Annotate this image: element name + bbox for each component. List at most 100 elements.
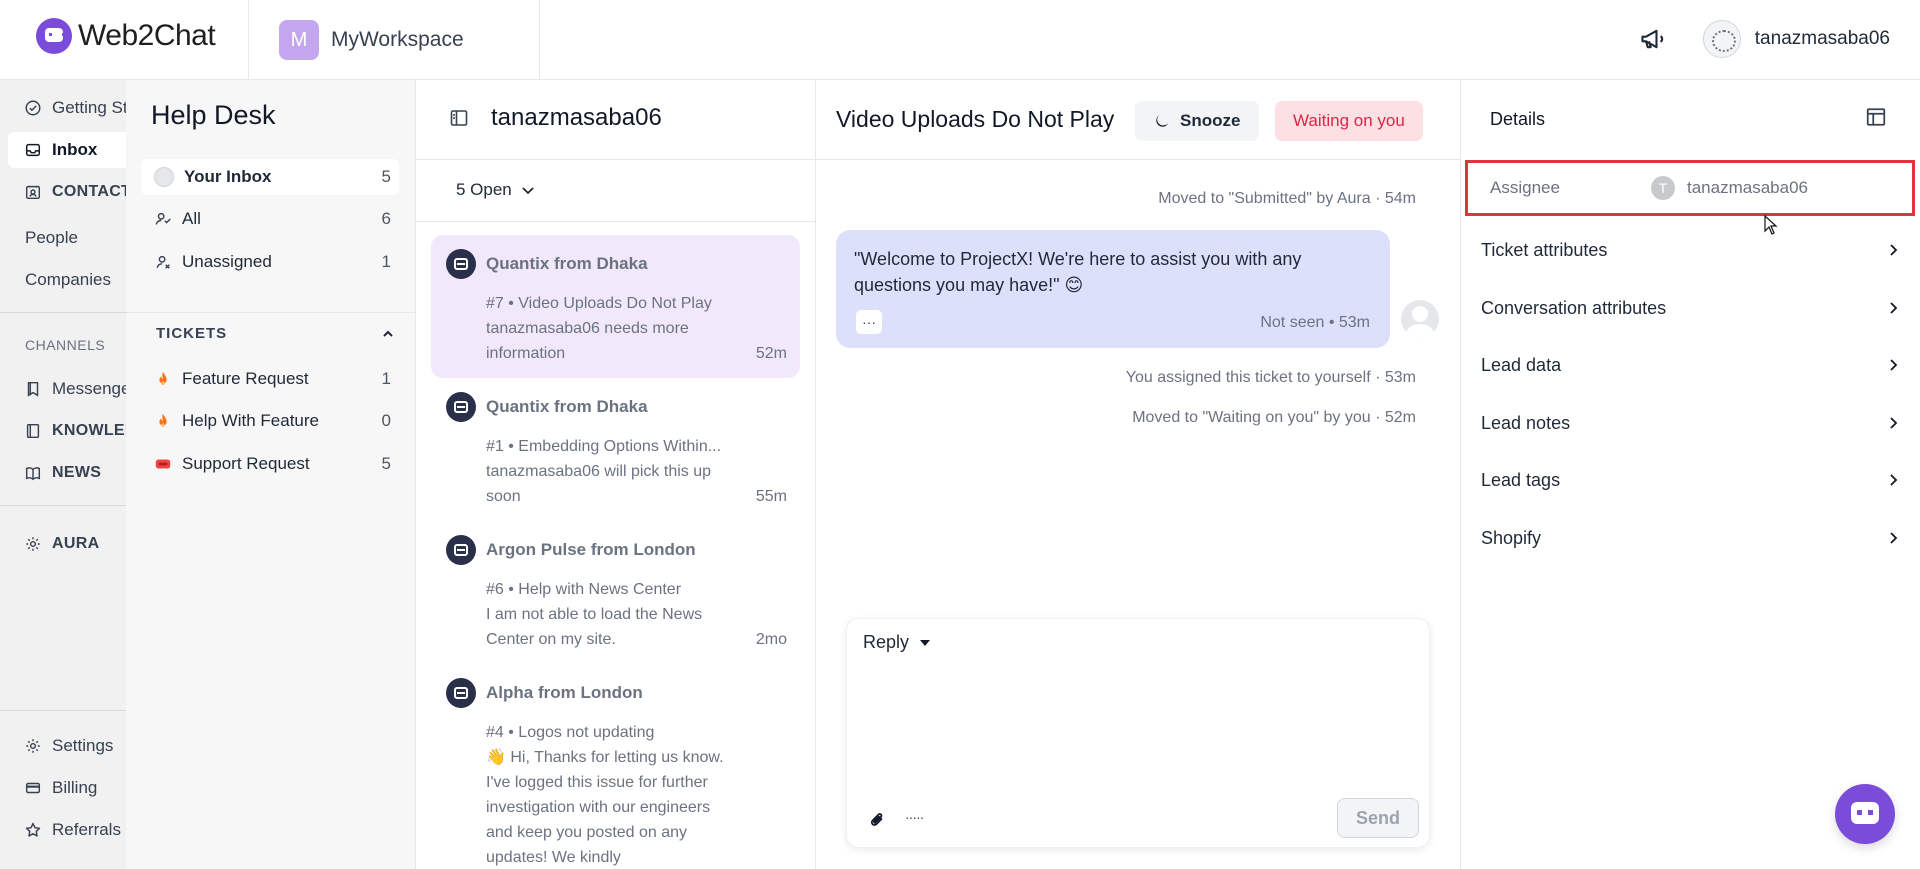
section-ticket-attributes[interactable]: Ticket attributes	[1481, 230, 1901, 270]
inbox-label: All	[182, 209, 201, 228]
ticket-type-label: Support Request	[182, 454, 310, 473]
nav-aura[interactable]: AURA	[0, 526, 126, 562]
inbox-your-inbox[interactable]: Your Inbox 5	[141, 159, 399, 195]
divider	[539, 0, 540, 80]
help-desk-panel: Help Desk Your Inbox 5 All 6 Unassigned …	[126, 80, 416, 869]
status-filter-dropdown[interactable]: 5 Open	[456, 180, 536, 200]
nav-contacts[interactable]: CONTACTS	[0, 174, 126, 210]
ticket-type-label: Help With Feature	[182, 411, 319, 430]
avatar	[154, 167, 174, 187]
inbox-count: 6	[381, 209, 391, 228]
nav-getting-started[interactable]: Getting Started	[0, 90, 126, 126]
conversation-list-title: tanazmasaba06	[491, 104, 662, 131]
ticket-type-help-with-feature[interactable]: Help With Feature 0	[141, 403, 399, 439]
send-button[interactable]: Send	[1337, 798, 1419, 838]
nav-label: NEWS	[52, 464, 102, 481]
gear-icon	[26, 537, 40, 551]
nav-label: Referrals	[52, 820, 121, 839]
section-label: Lead notes	[1481, 412, 1571, 433]
chevron-up-icon	[383, 330, 393, 337]
tickets-section-toggle[interactable]: TICKETS	[156, 325, 396, 342]
section-lead-notes[interactable]: Lead notes	[1481, 403, 1901, 443]
nav-news[interactable]: NEWS	[0, 455, 126, 491]
divider	[248, 0, 249, 80]
nav-referrals[interactable]: Referrals	[0, 812, 126, 848]
divider	[126, 312, 416, 313]
message-more-button[interactable]: ···	[856, 310, 882, 334]
nav-label: Settings	[52, 736, 114, 755]
ticket-type-count: 5	[381, 454, 391, 473]
conversation-item[interactable]: Quantix from Dhaka #1 • Embedding Option…	[431, 378, 800, 521]
nav-companies[interactable]: Companies	[0, 262, 126, 298]
paperclip-icon[interactable]	[867, 810, 887, 830]
left-nav: Getting Started Inbox CONTACTS People Co…	[0, 80, 126, 869]
ticket-type-count: 1	[381, 369, 391, 388]
star-icon	[25, 822, 41, 837]
news-icon	[25, 467, 41, 481]
section-label: Shopify	[1481, 527, 1542, 548]
inbox-unassigned[interactable]: Unassigned 1	[141, 244, 399, 280]
inbox-count: 1	[381, 252, 391, 271]
ticket-type-label: Feature Request	[182, 369, 309, 388]
event-message: You assigned this ticket to yourself · 5…	[1125, 369, 1416, 386]
section-label: Ticket attributes	[1481, 239, 1608, 260]
nav-billing[interactable]: Billing	[0, 770, 126, 806]
nav-label: Billing	[52, 778, 98, 797]
snooze-button[interactable]: Snooze	[1135, 101, 1260, 141]
nav-messenger[interactable]: Messenger	[0, 371, 126, 407]
chevron-right-icon	[1890, 302, 1898, 314]
conversation-list-header: tanazmasaba06	[416, 80, 815, 160]
assignee-label: Assignee	[1490, 178, 1560, 197]
sidebar-toggle-icon[interactable]	[449, 108, 469, 128]
assignee-row[interactable]: Assignee T tanazmasaba06	[1465, 160, 1915, 216]
user-avatar[interactable]	[1702, 20, 1741, 58]
nav-knowledge[interactable]: KNOWLEDGE	[0, 413, 126, 449]
workspace-switcher[interactable]: M MyWorkspace	[279, 20, 464, 60]
conversation-time: 55m	[755, 488, 787, 505]
event-message: Moved to "Submitted" by Aura · 54m	[1158, 190, 1416, 207]
ticket-type-feature-request[interactable]: Feature Request 1	[141, 361, 399, 397]
users-icon	[155, 212, 171, 225]
reply-type-dropdown[interactable]: Reply	[863, 632, 931, 653]
section-lead-tags[interactable]: Lead tags	[1481, 460, 1901, 500]
section-lead-data[interactable]: Lead data	[1481, 345, 1901, 385]
status-button[interactable]: Waiting on you	[1275, 101, 1423, 141]
nav-people[interactable]: People	[0, 220, 126, 256]
nav-label: AURA	[52, 535, 100, 552]
snooze-label: Snooze	[1180, 111, 1241, 130]
reply-composer: Reply ····· Send	[846, 618, 1430, 848]
more-options-icon[interactable]: ·····	[905, 809, 924, 825]
layout-toggle-icon[interactable]	[1865, 106, 1887, 128]
brand-name: Web2Chat	[78, 19, 216, 52]
chat-launcher-button[interactable]	[1835, 784, 1895, 844]
chevron-right-icon	[1890, 417, 1898, 429]
ticket-badge-icon	[446, 392, 476, 422]
reply-input[interactable]	[863, 669, 1413, 789]
nav-inbox[interactable]: Inbox	[8, 132, 126, 168]
conversation-item[interactable]: Quantix from Dhaka #7 • Video Uploads Do…	[431, 235, 800, 378]
conversation-item[interactable]: Argon Pulse from London #6 • Help with N…	[431, 521, 800, 664]
nav-label: Companies	[25, 270, 111, 289]
top-right-actions: tanazmasaba06	[1639, 20, 1890, 58]
conversation-preview: I am not able to load the News Center on…	[486, 606, 703, 648]
conversation-item[interactable]: Alpha from London #4 • Logos not updatin…	[431, 664, 800, 869]
section-conversation-attributes[interactable]: Conversation attributes	[1481, 288, 1901, 328]
conversation-subject: #7 • Video Uploads Do Not Play	[486, 295, 712, 312]
messenger-icon	[27, 381, 39, 397]
megaphone-icon[interactable]	[1639, 25, 1667, 53]
details-panel: Details Assignee T tanazmasaba06 Ticket …	[1461, 80, 1920, 869]
ticket-icon	[155, 459, 171, 469]
section-label: Lead tags	[1481, 469, 1561, 490]
message-meta: Not seen • 53m	[1260, 314, 1370, 331]
conversation-from: Quantix from Dhaka	[486, 254, 648, 273]
ticket-type-support-request[interactable]: Support Request 5	[141, 446, 399, 482]
chevron-down-icon	[522, 187, 534, 195]
nav-settings[interactable]: Settings	[0, 728, 126, 764]
status-filter-label: 5 Open	[456, 180, 512, 199]
section-shopify[interactable]: Shopify	[1481, 518, 1901, 558]
inbox-all[interactable]: All 6	[141, 201, 399, 237]
user-name[interactable]: tanazmasaba06	[1755, 28, 1890, 50]
brand[interactable]: Web2Chat	[36, 18, 216, 54]
conversation-preview: 👋 Hi, Thanks for letting us know. I've l…	[486, 749, 724, 866]
chevron-right-icon	[1890, 474, 1898, 486]
